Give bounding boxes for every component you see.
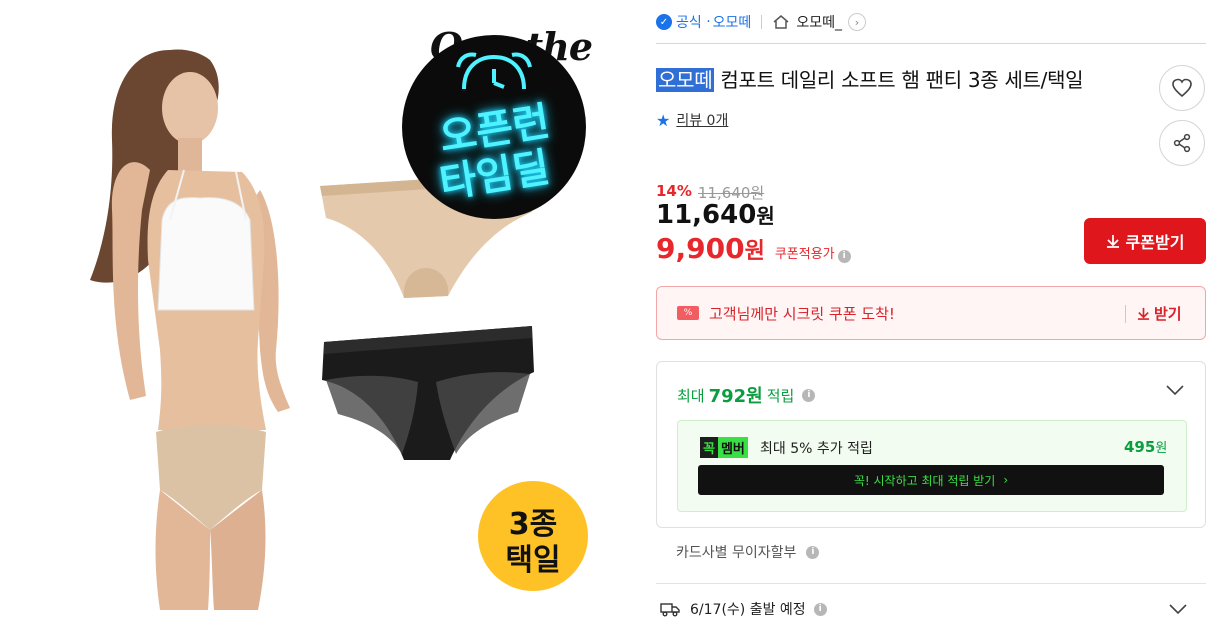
member-point-amount: 495원 xyxy=(1124,437,1167,456)
review-summary: ★ 리뷰 0개 xyxy=(656,110,728,130)
divider xyxy=(761,15,763,29)
dot-separator: · xyxy=(701,14,711,30)
info-icon[interactable]: i xyxy=(813,602,827,616)
official-badge-icon: ✓ xyxy=(656,14,672,30)
member-point-value: 495 xyxy=(1124,438,1156,456)
title-brand-highlight: 오모떼 xyxy=(656,68,715,92)
coupon-price: 9,900 원 쿠폰적용가 i xyxy=(656,232,851,265)
three-pack-badge: 3종 택일 xyxy=(478,481,588,591)
pack-badge-line2: 택일 xyxy=(505,543,561,578)
member-logo-m: 멤버 xyxy=(717,437,748,458)
kkok-member-logo: 꼭 멤버 xyxy=(700,437,748,458)
member-benefit-box: 꼭 멤버 최대 5% 추가 적립 495원 꼭! 시작하고 최대 적립 받기 › xyxy=(677,420,1187,512)
sale-price-unit: 원 xyxy=(756,204,775,228)
product-title: 오모떼 컴포트 데일리 소프트 햄 팬티 3종 세트/택일 xyxy=(656,64,1084,93)
chevron-right-icon[interactable]: › xyxy=(847,13,866,31)
chevron-right-icon: › xyxy=(1003,473,1009,487)
official-shop-name[interactable]: 오모떼 xyxy=(713,12,752,32)
member-point-unit: 원 xyxy=(1155,441,1168,456)
product-image: Omothe xyxy=(0,0,620,630)
secret-coupon-text: 고객님께만 시크릿 쿠폰 도착! xyxy=(709,304,895,323)
member-benefit-text: 최대 5% 추가 적립 xyxy=(760,441,873,457)
point-prefix: 최대 xyxy=(677,386,705,405)
chevron-down-icon[interactable] xyxy=(1165,384,1185,396)
info-icon[interactable]: i xyxy=(837,249,851,263)
info-icon[interactable]: i xyxy=(802,388,816,402)
title-text: 컴포트 데일리 소프트 햄 팬티 3종 세트/택일 xyxy=(714,68,1084,92)
max-point-summary[interactable]: 최대 792원 적립 i xyxy=(677,382,816,408)
info-icon[interactable]: i xyxy=(806,545,820,559)
secret-coupon-banner[interactable]: % 고객님께만 시크릿 쿠폰 도착! 받기 xyxy=(656,286,1206,340)
point-suffix: 적립 xyxy=(766,386,795,405)
truck-icon xyxy=(660,603,680,617)
coupon-download-button[interactable]: 쿠폰받기 xyxy=(1084,218,1206,264)
coupon-price-label: 쿠폰적용가 xyxy=(774,247,835,262)
coupon-price-unit: 원 xyxy=(744,239,765,264)
model-photo xyxy=(90,49,290,610)
open-run-timedeal-badge: 오픈런 타임딜 xyxy=(402,35,586,219)
black-brief-image xyxy=(322,326,534,460)
alarm-clock-icon xyxy=(456,52,532,90)
coupon-price-value: 9,900 xyxy=(656,232,745,265)
sale-price: 11,640원 xyxy=(656,200,775,230)
store-link[interactable]: 오모떼_ xyxy=(796,12,842,32)
shop-row: ✓ 공식 · 오모떼 오모떼_ › xyxy=(656,10,866,34)
point-amount: 792원 xyxy=(708,386,763,407)
product-info-panel: ✓ 공식 · 오모떼 오모떼_ › 오모떼 컴포트 데일리 소프트 햄 팬티 3… xyxy=(656,0,1206,630)
sale-price-value: 11,640 xyxy=(656,200,757,230)
card-installment-text: 카드사별 무이자할부 xyxy=(676,545,797,561)
star-icon: ★ xyxy=(656,110,671,130)
share-button[interactable] xyxy=(1159,120,1205,166)
shipping-row[interactable]: 6/17(수) 출발 예정 i xyxy=(660,599,827,619)
point-panel: 최대 792원 적립 i 꼭 멤버 최대 5% 추가 적립 495원 꼭! 시작하… xyxy=(656,361,1206,528)
member-start-button[interactable]: 꼭! 시작하고 최대 적립 받기 › xyxy=(698,465,1164,495)
download-arrow-icon xyxy=(1106,235,1119,248)
member-logo-k: 꼭 xyxy=(700,437,718,458)
member-start-label: 꼭! 시작하고 최대 적립 받기 xyxy=(853,473,996,488)
header-divider xyxy=(656,43,1206,44)
share-icon xyxy=(1173,133,1191,153)
download-arrow-icon xyxy=(1137,307,1150,320)
chevron-down-icon[interactable] xyxy=(1168,603,1188,615)
wish-button[interactable] xyxy=(1159,65,1205,111)
shipping-text: 6/17(수) 출발 예정 xyxy=(690,602,806,618)
official-label: 공식 xyxy=(676,15,702,31)
divider xyxy=(1125,305,1126,323)
secret-coupon-get-button[interactable]: 받기 xyxy=(1137,303,1182,324)
card-installment-row: 카드사별 무이자할부 i xyxy=(676,542,820,562)
coupon-tag-icon: % xyxy=(677,306,699,320)
secret-coupon-get-label: 받기 xyxy=(1154,305,1182,323)
coupon-button-label: 쿠폰받기 xyxy=(1125,233,1185,252)
review-link[interactable]: 리뷰 0개 xyxy=(676,110,728,130)
section-divider xyxy=(656,583,1206,584)
heart-icon xyxy=(1172,78,1192,98)
home-icon xyxy=(773,15,789,29)
